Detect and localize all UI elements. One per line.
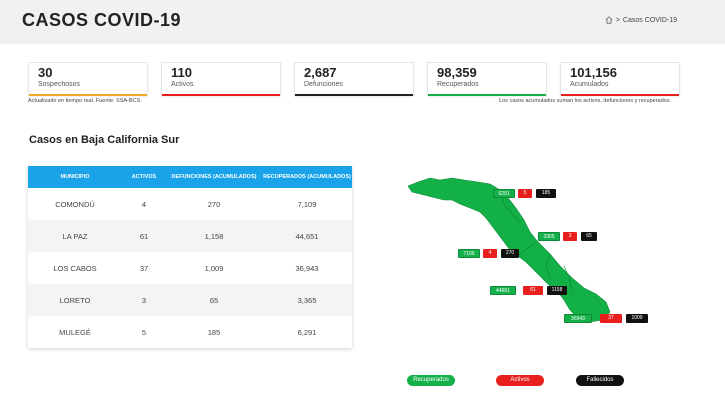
- table-row: LOS CABOS 37 1,009 36,943: [28, 252, 352, 284]
- card-label: Defunciones: [304, 81, 343, 88]
- map-chip-lapaz-fallecidos: 1158: [547, 286, 567, 295]
- cell-recuperados: 44,651: [295, 231, 319, 241]
- map-chip-comondu-fallecidos: 270: [501, 249, 519, 258]
- cell-defunciones: 1,158: [204, 231, 224, 241]
- cell-defunciones: 65: [209, 295, 219, 305]
- map-chip-comondu-recuperados: 7109: [458, 249, 480, 258]
- card-accent-bar: [561, 94, 679, 96]
- table-header: MUNICIPIO ACTIVOS DEFUNCIONES (ACUMULADO…: [28, 166, 352, 188]
- map-chip-loscabos-recuperados: 36943: [564, 314, 592, 323]
- card-label: Sospechosos: [38, 81, 81, 88]
- page-title: CASOS COVID-19: [22, 10, 182, 30]
- cell-activos: 5: [141, 327, 147, 337]
- cell-recuperados: 6,291: [297, 327, 317, 337]
- card-defunciones: 2,687 Defunciones: [294, 62, 414, 96]
- cell-municipio: MULEGÉ: [59, 327, 91, 337]
- home-icon[interactable]: [605, 16, 613, 24]
- legend-activos: Activos: [496, 375, 544, 386]
- map-chip-loreto-activos: 3: [563, 232, 577, 241]
- stats-cards: 30 Sospechosos 110 Activos 2,687 Defunci…: [28, 62, 680, 96]
- cell-municipio: LORETO: [59, 295, 91, 305]
- card-activos: 110 Activos: [161, 62, 281, 96]
- map-chip-lapaz-recuperados: 44651: [490, 286, 516, 295]
- header-recuperados: RECUPERADOS (ACUMULADOS): [263, 173, 351, 180]
- cell-defunciones: 185: [207, 327, 221, 337]
- cell-activos: 4: [141, 199, 147, 209]
- map-chip-mulege-fallecidos: 185: [536, 189, 556, 198]
- map-chip-lapaz-activos: 61: [523, 286, 543, 295]
- breadcrumb: > Casos COVID-19: [605, 16, 677, 24]
- card-value: 101,156: [570, 65, 617, 80]
- table-row: COMONDÚ 4 270 7,109: [28, 188, 352, 220]
- cell-activos: 37: [139, 263, 149, 273]
- cell-municipio: COMONDÚ: [55, 199, 95, 209]
- cell-recuperados: 3,365: [297, 295, 317, 305]
- card-label: Activos: [171, 81, 194, 88]
- cell-defunciones: 1,009: [204, 263, 224, 273]
- table-row: LA PAZ 61 1,158 44,651: [28, 220, 352, 252]
- map-chip-comondu-activos: 4: [483, 249, 497, 258]
- legend-fallecidos: Fallecidos: [576, 375, 624, 386]
- header-municipio: MUNICIPIO: [60, 173, 90, 180]
- cell-municipio: LA PAZ: [62, 231, 88, 241]
- header-defunciones: DEFUNCIONES (ACUMULADOS): [171, 173, 257, 180]
- map-chip-loscabos-fallecidos: 1009: [626, 314, 648, 323]
- card-value: 30: [38, 65, 53, 80]
- card-acumulados: 101,156 Acumulados: [560, 62, 680, 96]
- cell-activos: 3: [141, 295, 147, 305]
- cell-recuperados: 36,943: [295, 263, 319, 273]
- cell-activos: 61: [139, 231, 149, 241]
- card-sospechosos: 30 Sospechosos: [28, 62, 148, 96]
- table-row: LORETO 3 65 3,365: [28, 284, 352, 316]
- legend-recuperados: Recuperados: [407, 375, 455, 386]
- cell-defunciones: 270: [207, 199, 221, 209]
- map-chip-loreto-fallecidos: 65: [581, 232, 597, 241]
- card-accent-bar: [295, 94, 413, 96]
- accumulated-note: Los casos acumulados suman los activos, …: [499, 98, 671, 104]
- card-accent-bar: [29, 94, 147, 96]
- card-label: Acumulados: [570, 81, 609, 88]
- card-value: 98,359: [437, 65, 477, 80]
- card-accent-bar: [162, 94, 280, 96]
- card-recuperados: 98,359 Recuperados: [427, 62, 547, 96]
- table-row: MULEGÉ 5 185 6,291: [28, 316, 352, 348]
- top-bar: CASOS COVID-19 > Casos COVID-19: [0, 0, 725, 44]
- card-label: Recuperados: [437, 81, 479, 88]
- update-note: Actualizado en tiempo real. Fuente: SSA-…: [28, 98, 142, 104]
- map-chip-loreto-recuperados: 3365: [538, 232, 560, 241]
- card-accent-bar: [428, 94, 546, 96]
- map-chip-mulege-recuperados: 6291: [493, 189, 515, 198]
- cell-recuperados: 7,109: [297, 199, 317, 209]
- map-chip-loscabos-activos: 37: [600, 314, 622, 323]
- breadcrumb-current: Casos COVID-19: [622, 16, 677, 24]
- card-value: 2,687: [304, 65, 337, 80]
- municipios-table: MUNICIPIO ACTIVOS DEFUNCIONES (ACUMULADO…: [28, 166, 352, 348]
- map-chip-mulege-activos: 5: [518, 189, 532, 198]
- card-value: 110: [171, 65, 192, 80]
- section-title: Casos en Baja California Sur: [29, 134, 180, 146]
- cell-municipio: LOS CABOS: [53, 263, 97, 273]
- header-activos: ACTIVOS: [131, 173, 157, 180]
- breadcrumb-separator: >: [615, 16, 620, 24]
